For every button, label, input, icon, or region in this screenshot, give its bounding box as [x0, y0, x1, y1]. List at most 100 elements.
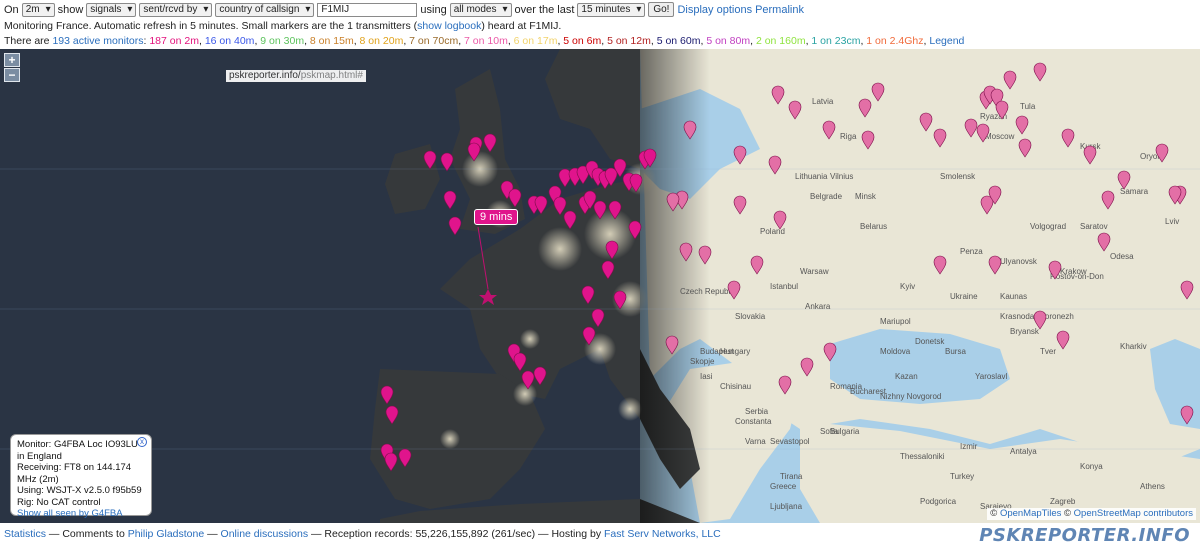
place-label: Bursa	[945, 347, 966, 356]
band-count[interactable]: 1 on 23cm	[811, 35, 860, 47]
over-label: over the last	[514, 3, 575, 16]
place-label: Varna	[745, 437, 766, 446]
callsign-input[interactable]: F1MIJ	[317, 2, 418, 17]
filter-select[interactable]: country of callsign	[215, 2, 315, 17]
place-label: Moldova	[880, 347, 911, 356]
place-label: Czech Republic	[680, 287, 736, 296]
zoom-in-button[interactable]: +	[4, 53, 20, 67]
place-label: Lithuania	[795, 172, 828, 181]
popup-rig: Rig: No CAT control	[17, 496, 101, 508]
place-label: Istanbul	[770, 282, 798, 291]
show-select[interactable]: signals	[86, 2, 137, 17]
place-label: Kyiv	[900, 282, 915, 291]
place-label: Belgrade	[810, 192, 843, 201]
place-label: Sofia	[820, 427, 839, 436]
place-label: Iasi	[700, 372, 713, 381]
map-view[interactable]: Latvia Lithuania Belarus Poland Ukraine Czech…	[0, 49, 1200, 523]
band-select[interactable]: 2m	[21, 2, 55, 17]
zoom-out-button[interactable]: −	[4, 68, 20, 82]
band-count[interactable]: 5 on 60m	[657, 35, 701, 47]
legend-link[interactable]: Legend	[929, 35, 964, 47]
popup-show-all-link[interactable]: Show all seen by G4FBA	[17, 508, 123, 519]
brand-logo: PSKREPORTER.INFO	[979, 525, 1190, 546]
discussions-link[interactable]: Online discussions	[221, 528, 309, 540]
place-label: Slovakia	[735, 312, 766, 321]
statistics-link[interactable]: Statistics	[4, 528, 46, 540]
monitoring-info: Monitoring France. Automatic refresh in …	[4, 18, 1196, 33]
place-label: Yaroslavl	[975, 372, 1008, 381]
place-label: Athens	[1140, 482, 1165, 491]
period-select[interactable]: 15 minutes	[577, 2, 646, 17]
place-label: Volgograd	[1030, 222, 1066, 231]
monitor-popup: x Monitor: G4FBA Loc IO93LU in England R…	[10, 434, 152, 519]
place-label: Kharkiv	[1120, 342, 1147, 351]
place-label: Turkey	[950, 472, 974, 481]
there-are-label: There are	[4, 35, 50, 47]
direction-select[interactable]: sent/rcvd by	[139, 2, 213, 17]
map-attribution: © OpenMapTiles © OpenStreetMap contribut…	[987, 508, 1196, 520]
info-text-a: Monitoring France. Automatic refresh in …	[4, 20, 418, 32]
day-night-terminator	[640, 49, 710, 523]
band-count[interactable]: 5 on 12m	[607, 35, 651, 47]
display-options-link[interactable]: Display options	[677, 2, 752, 18]
zoom-controls: + −	[4, 53, 20, 83]
popup-receiving: Receiving: FT8 on 144.174 MHz (2m)	[17, 462, 132, 485]
place-label: Izmir	[960, 442, 978, 451]
url-chip: pskreporter.info/pskmap.html#	[226, 70, 366, 82]
band-count[interactable]: 2 on 160m	[756, 35, 806, 47]
place-label: Tver	[1040, 347, 1056, 356]
place-label: Chisinau	[720, 382, 751, 391]
place-label: Tula	[1020, 102, 1036, 111]
band-count[interactable]: 187 on 2m	[149, 35, 199, 47]
band-count[interactable]: 5 on 80m	[706, 35, 750, 47]
place-label: Serbia	[745, 407, 769, 416]
place-label: Lviv	[1165, 217, 1179, 226]
place-label: Sevastopol	[770, 437, 810, 446]
place-label: Saratov	[1080, 222, 1108, 231]
place-label: Poland	[760, 227, 785, 236]
band-count[interactable]: 5 on 6m	[563, 35, 601, 47]
osm-link[interactable]: OpenStreetMap contributors	[1074, 508, 1193, 519]
copyright-mark-1: ©	[990, 508, 998, 519]
url-main: pskreporter.info/	[229, 70, 301, 81]
band-count-list: 187 on 2m, 16 on 40m, 9 on 30m, 8 on 15m…	[149, 35, 930, 47]
place-label: Budapest	[700, 347, 735, 356]
go-button[interactable]: Go!	[648, 2, 675, 17]
close-icon[interactable]: x	[137, 437, 147, 447]
active-monitors-link[interactable]: 193 active monitors	[52, 35, 143, 47]
band-count[interactable]: 9 on 30m	[260, 35, 304, 47]
band-count[interactable]: 8 on 20m	[360, 35, 404, 47]
openmaptiles-link[interactable]: OpenMapTiles	[1000, 508, 1061, 519]
map-canvas: Latvia Lithuania Belarus Poland Ukraine Czech…	[0, 49, 1200, 523]
band-count[interactable]: 7 on 10m	[464, 35, 508, 47]
permalink-link[interactable]: Permalink	[755, 2, 804, 18]
place-label: Skopje	[690, 357, 715, 366]
controls-bar: On 2m show signals sent/rcvd by country …	[4, 1, 1196, 48]
footer-sep-1: — Comments to	[46, 528, 128, 540]
author-link[interactable]: Philip Gladstone	[128, 528, 204, 540]
place-label: Tirana	[780, 472, 803, 481]
place-label: Odesa	[1110, 252, 1134, 261]
band-count[interactable]: 16 on 40m	[205, 35, 255, 47]
time-label-badge[interactable]: 9 mins	[474, 209, 519, 225]
band-summary: There are 193 active monitors: 187 on 2m…	[4, 33, 1196, 48]
place-label: Moscow	[985, 132, 1015, 141]
band-count[interactable]: 8 on 15m	[310, 35, 354, 47]
show-label: show	[57, 3, 84, 16]
show-logbook-link[interactable]: show logbook	[417, 20, 481, 32]
band-count[interactable]: 7 on 70cm	[409, 35, 458, 47]
place-label: Vilnius	[830, 172, 853, 181]
band-count[interactable]: 1 on 2.4Ghz	[866, 35, 923, 47]
place-label: Smolensk	[940, 172, 976, 181]
place-label: Thessaloniki	[900, 452, 945, 461]
footer: Statistics — Comments to Philip Gladston…	[4, 528, 721, 540]
place-label: Zagreb	[1050, 497, 1076, 506]
place-label: Ukraine	[950, 292, 978, 301]
place-label: Krasnodar	[1000, 312, 1037, 321]
modes-select[interactable]: all modes	[449, 2, 512, 17]
place-label: Nizhny Novgorod	[880, 392, 941, 401]
hosting-link[interactable]: Fast Serv Networks, LLC	[604, 528, 721, 540]
info-text-b: ) heard at F1MIJ.	[481, 20, 562, 32]
place-label: Podgorica	[920, 497, 957, 506]
band-count[interactable]: 6 on 17m	[514, 35, 558, 47]
